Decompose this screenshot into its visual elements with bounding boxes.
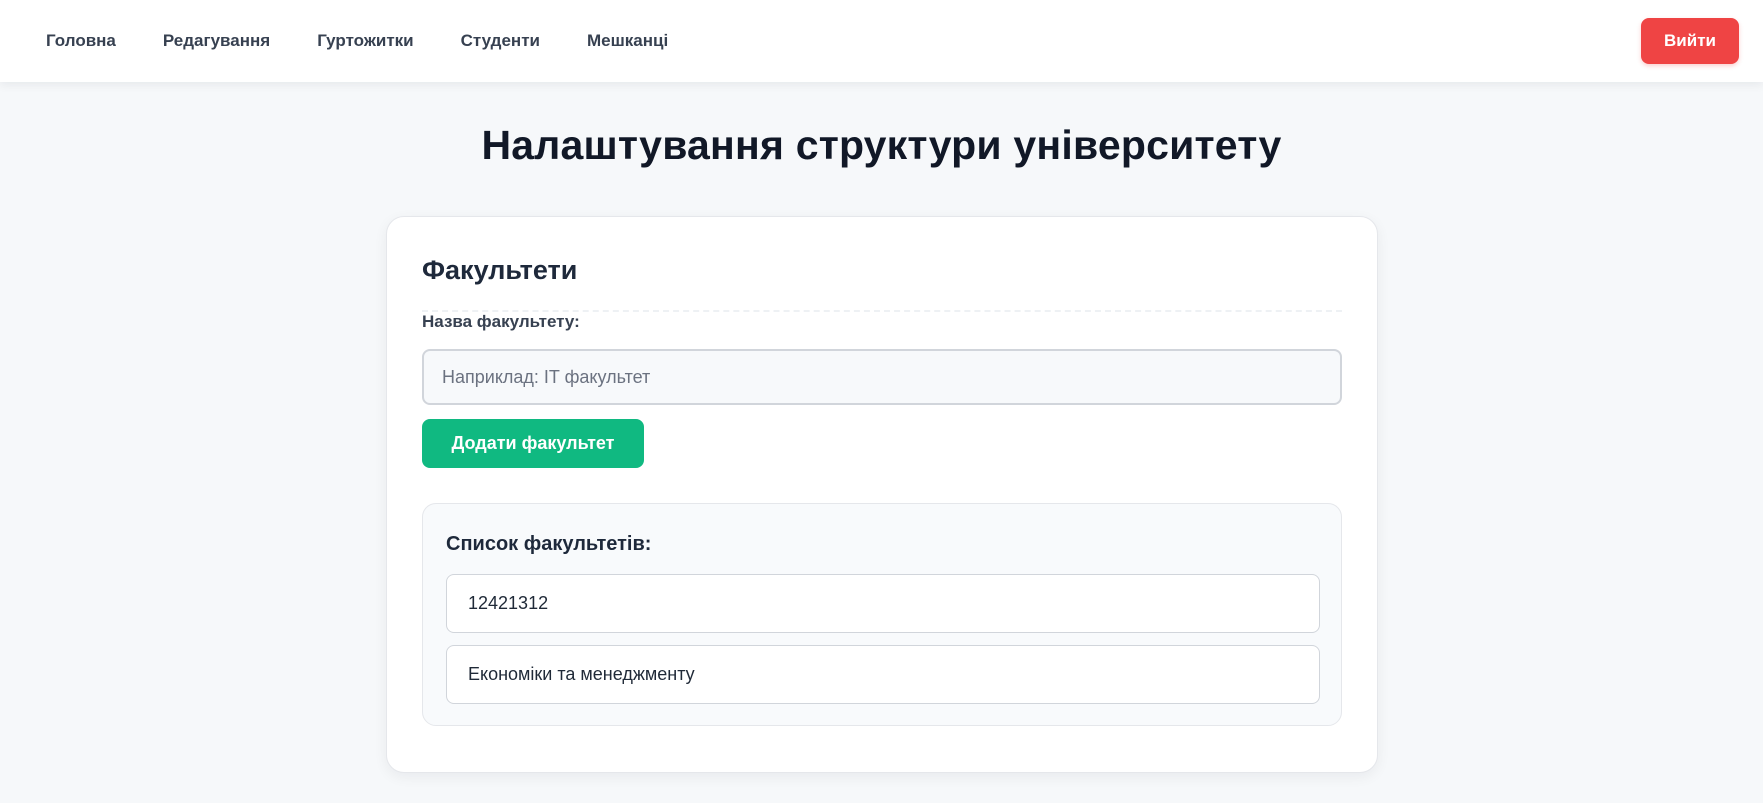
add-faculty-button[interactable]: Додати факультет: [422, 419, 644, 468]
section-title: Факультети: [422, 255, 578, 285]
nav-link-dormitories[interactable]: Гуртожитки: [317, 31, 413, 51]
nav-links: Головна Редагування Гуртожитки Студенти …: [46, 31, 668, 51]
faculty-list-title: Список факультетів:: [446, 533, 652, 555]
faculty-name-input[interactable]: [422, 349, 1342, 405]
faculty-list: 12421312 Економіки та менеджменту: [446, 574, 1320, 704]
page-title: Налаштування структури університету: [481, 122, 1282, 168]
nav-link-editing[interactable]: Редагування: [163, 31, 270, 51]
nav-link-residents[interactable]: Мешканці: [587, 31, 668, 51]
faculty-name-label: Назва факультету:: [422, 312, 580, 331]
top-navbar: Головна Редагування Гуртожитки Студенти …: [0, 0, 1763, 82]
logout-button[interactable]: Вийти: [1641, 18, 1739, 64]
faculty-list-panel: Список факультетів: 12421312 Економіки т…: [422, 503, 1342, 726]
faculties-card: Факультети Назва факультету: Додати факу…: [386, 216, 1378, 773]
nav-link-home[interactable]: Головна: [46, 31, 116, 51]
nav-link-students[interactable]: Студенти: [461, 31, 540, 51]
faculty-list-item[interactable]: Економіки та менеджменту: [446, 645, 1320, 704]
faculty-list-item[interactable]: 12421312: [446, 574, 1320, 633]
